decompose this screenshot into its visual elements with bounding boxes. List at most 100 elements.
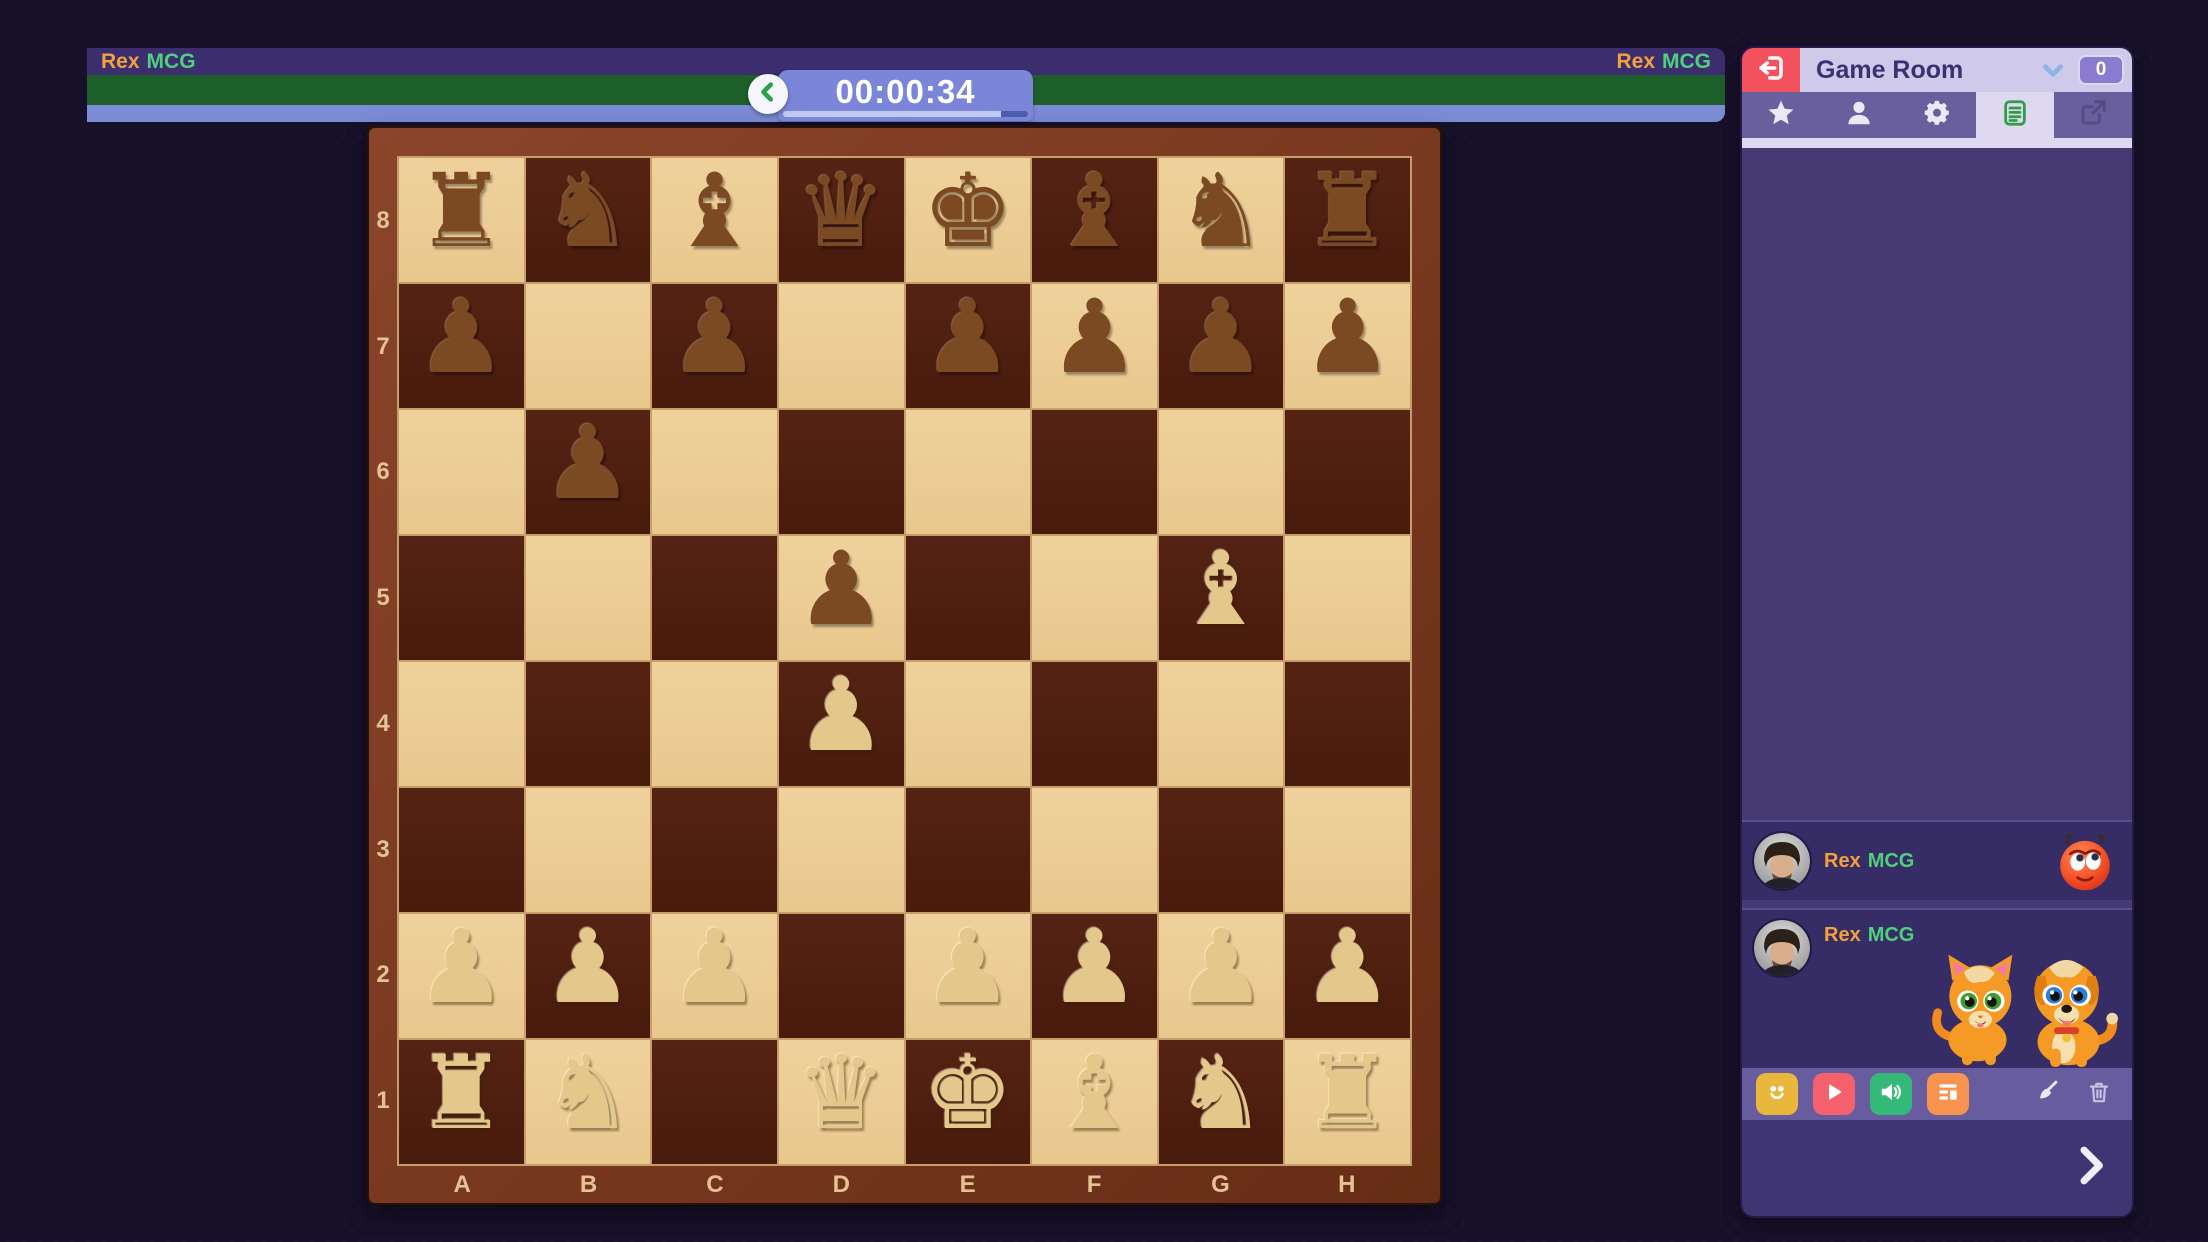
tab-pop-out[interactable] (2054, 92, 2132, 138)
leave-room-button[interactable] (1742, 48, 1800, 92)
square-a8[interactable]: ♜ (399, 158, 524, 282)
piece-dark-bishop[interactable]: ♝ (669, 161, 760, 263)
chevron-down-icon[interactable] (2040, 57, 2066, 83)
square-h5[interactable] (1285, 536, 1410, 660)
square-e3[interactable] (906, 788, 1031, 912)
animations-button[interactable] (1813, 1073, 1855, 1115)
square-d8[interactable]: ♛ (779, 158, 904, 282)
square-d4[interactable]: ♟ (779, 662, 904, 786)
square-g1[interactable]: ♞ (1159, 1040, 1284, 1164)
tab-settings[interactable] (1898, 92, 1976, 138)
piece-light-rook[interactable]: ♜ (416, 1043, 507, 1145)
back-button[interactable] (748, 74, 788, 114)
square-a6[interactable] (399, 410, 524, 534)
square-d7[interactable] (779, 284, 904, 408)
square-b8[interactable]: ♞ (526, 158, 651, 282)
tab-favorites[interactable] (1742, 92, 1820, 138)
square-c1[interactable] (652, 1040, 777, 1164)
piece-dark-knight[interactable]: ♞ (542, 161, 633, 263)
piece-light-pawn[interactable]: ♟ (669, 917, 760, 1019)
square-c4[interactable] (652, 662, 777, 786)
square-f5[interactable] (1032, 536, 1157, 660)
square-a3[interactable] (399, 788, 524, 912)
tab-game-log[interactable] (1976, 92, 2054, 138)
square-g7[interactable]: ♟ (1159, 284, 1284, 408)
piece-dark-pawn[interactable]: ♟ (542, 413, 633, 515)
piece-dark-pawn[interactable]: ♟ (922, 287, 1013, 389)
square-h2[interactable]: ♟ (1285, 914, 1410, 1038)
chat-input-area[interactable] (1742, 1120, 2132, 1216)
square-c7[interactable]: ♟ (652, 284, 777, 408)
delete-chat-button[interactable] (2086, 1079, 2112, 1110)
square-e8[interactable]: ♚ (906, 158, 1031, 282)
piece-light-knight[interactable]: ♞ (542, 1043, 633, 1145)
square-e4[interactable] (906, 662, 1031, 786)
square-d5[interactable]: ♟ (779, 536, 904, 660)
chevron-right-icon[interactable] (2074, 1145, 2108, 1192)
square-c2[interactable]: ♟ (652, 914, 777, 1038)
square-d1[interactable]: ♛ (779, 1040, 904, 1164)
square-f3[interactable] (1032, 788, 1157, 912)
square-e5[interactable] (906, 536, 1031, 660)
square-h7[interactable]: ♟ (1285, 284, 1410, 408)
square-f8[interactable]: ♝ (1032, 158, 1157, 282)
piece-dark-pawn[interactable]: ♟ (1175, 287, 1266, 389)
square-b5[interactable] (526, 536, 651, 660)
square-a4[interactable] (399, 662, 524, 786)
square-b7[interactable] (526, 284, 651, 408)
piece-dark-pawn[interactable]: ♟ (1302, 287, 1393, 389)
piece-light-pawn[interactable]: ♟ (1049, 917, 1140, 1019)
piece-light-pawn[interactable]: ♟ (1302, 917, 1393, 1019)
square-b2[interactable]: ♟ (526, 914, 651, 1038)
piece-dark-rook[interactable]: ♜ (1302, 161, 1393, 263)
square-d3[interactable] (779, 788, 904, 912)
piece-light-pawn[interactable]: ♟ (542, 917, 633, 1019)
piece-light-pawn[interactable]: ♟ (1175, 917, 1266, 1019)
tab-players[interactable] (1820, 92, 1898, 138)
piece-light-pawn[interactable]: ♟ (795, 665, 886, 767)
square-a5[interactable] (399, 536, 524, 660)
square-f1[interactable]: ♝ (1032, 1040, 1157, 1164)
piece-dark-knight[interactable]: ♞ (1175, 161, 1266, 263)
piece-light-bishop[interactable]: ♝ (1175, 539, 1266, 641)
phrases-button[interactable] (1927, 1073, 1969, 1115)
square-d2[interactable] (779, 914, 904, 1038)
square-g8[interactable]: ♞ (1159, 158, 1284, 282)
square-a2[interactable]: ♟ (399, 914, 524, 1038)
square-c3[interactable] (652, 788, 777, 912)
piece-light-pawn[interactable]: ♟ (922, 917, 1013, 1019)
square-h1[interactable]: ♜ (1285, 1040, 1410, 1164)
square-g6[interactable] (1159, 410, 1284, 534)
square-f7[interactable]: ♟ (1032, 284, 1157, 408)
piece-dark-pawn[interactable]: ♟ (669, 287, 760, 389)
piece-light-queen[interactable]: ♛ (795, 1043, 886, 1145)
square-b4[interactable] (526, 662, 651, 786)
piece-light-rook[interactable]: ♜ (1302, 1043, 1393, 1145)
square-e1[interactable]: ♚ (906, 1040, 1031, 1164)
sounds-button[interactable] (1870, 1073, 1912, 1115)
square-h4[interactable] (1285, 662, 1410, 786)
piece-dark-queen[interactable]: ♛ (795, 161, 886, 263)
piece-dark-pawn[interactable]: ♟ (1049, 287, 1140, 389)
room-title-bar[interactable]: Game Room 0 (1800, 48, 2132, 92)
square-f2[interactable]: ♟ (1032, 914, 1157, 1038)
clear-chat-button[interactable] (2032, 1078, 2060, 1111)
square-f4[interactable] (1032, 662, 1157, 786)
square-b1[interactable]: ♞ (526, 1040, 651, 1164)
piece-dark-pawn[interactable]: ♟ (416, 287, 507, 389)
piece-dark-pawn[interactable]: ♟ (795, 539, 886, 641)
square-c5[interactable] (652, 536, 777, 660)
square-b3[interactable] (526, 788, 651, 912)
piece-dark-king[interactable]: ♚ (922, 161, 1013, 263)
piece-light-bishop[interactable]: ♝ (1049, 1043, 1140, 1145)
square-g4[interactable] (1159, 662, 1284, 786)
square-h3[interactable] (1285, 788, 1410, 912)
square-c6[interactable] (652, 410, 777, 534)
square-g2[interactable]: ♟ (1159, 914, 1284, 1038)
square-g5[interactable]: ♝ (1159, 536, 1284, 660)
square-b6[interactable]: ♟ (526, 410, 651, 534)
piece-light-knight[interactable]: ♞ (1175, 1043, 1266, 1145)
square-h8[interactable]: ♜ (1285, 158, 1410, 282)
square-c8[interactable]: ♝ (652, 158, 777, 282)
square-a7[interactable]: ♟ (399, 284, 524, 408)
